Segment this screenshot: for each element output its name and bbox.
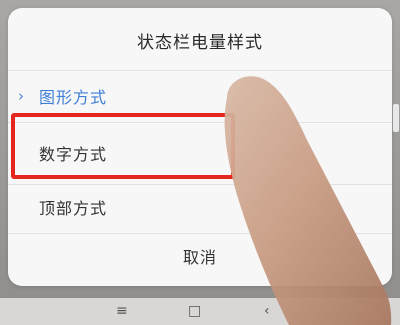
scrollbar[interactable] — [393, 104, 399, 132]
chevron-right-icon: › — [18, 87, 25, 105]
cancel-button[interactable]: 取消 — [8, 244, 392, 268]
menu-icon[interactable]: ≡ — [116, 303, 128, 319]
home-icon[interactable]: □ — [188, 303, 201, 319]
option-graphic-label: 图形方式 — [39, 88, 108, 107]
divider — [8, 233, 392, 234]
dialog-title: 状态栏电量样式 — [137, 33, 263, 53]
highlight-box — [11, 113, 235, 179]
back-icon[interactable]: ‹ — [264, 303, 270, 319]
option-top[interactable]: 顶部方式 — [8, 182, 392, 232]
navigation-bar: ≡ □ ‹ — [0, 298, 400, 325]
option-top-label: 顶部方式 — [39, 199, 108, 218]
